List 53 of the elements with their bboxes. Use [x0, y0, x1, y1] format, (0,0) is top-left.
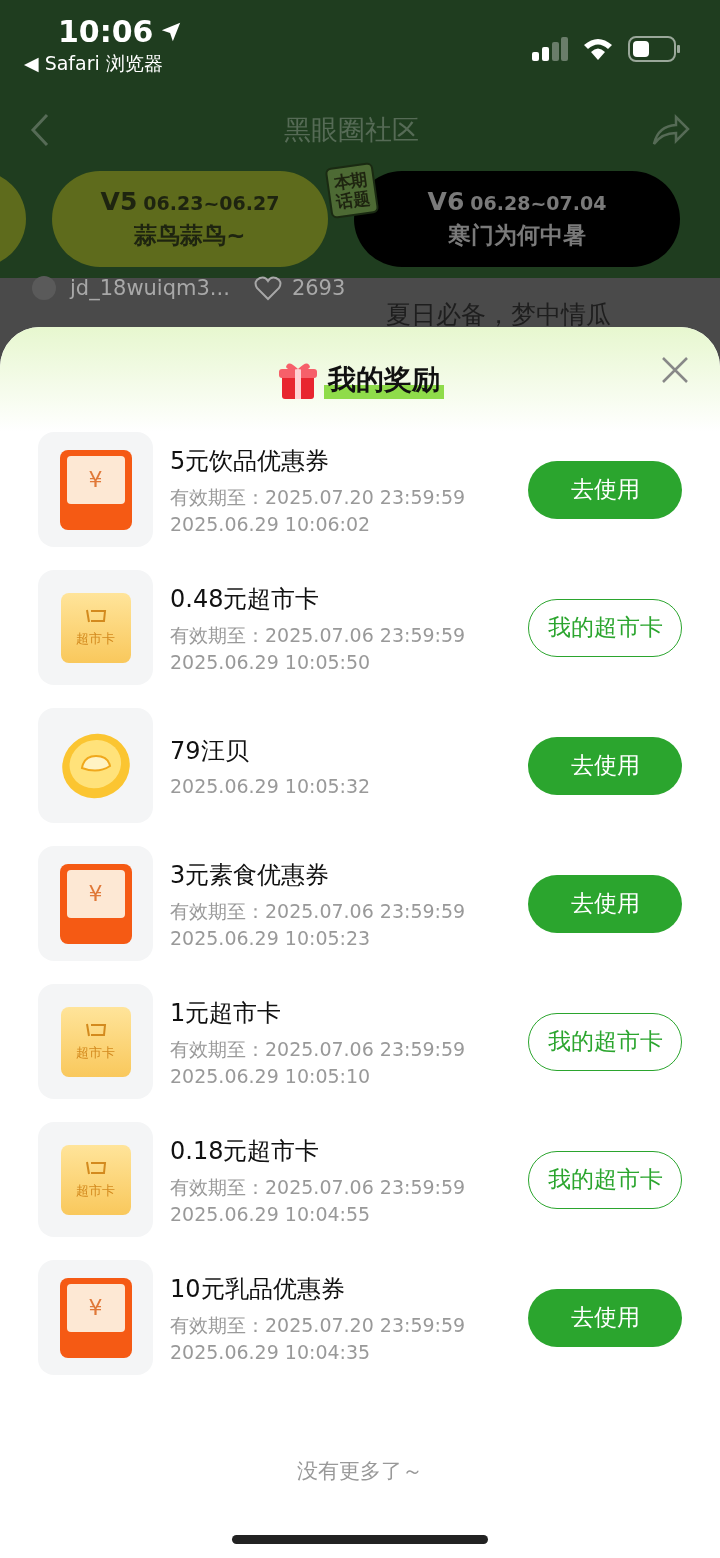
reward-time: 2025.06.29 10:05:10: [170, 1064, 372, 1087]
reward-time: 2025.06.29 10:05:32: [170, 774, 372, 797]
reward-title: 0.48元超市卡: [170, 583, 321, 615]
topic-dates: 06.23~06.27: [143, 192, 280, 214]
yen-sign: ¥: [88, 881, 103, 906]
reward-time: 2025.06.29 10:04:35: [170, 1340, 372, 1363]
no-more-text: 没有更多了～: [297, 1458, 423, 1485]
back-chevron-icon[interactable]: [30, 113, 50, 147]
reward-expiry: 有效期至：2025.07.06 23:59:59: [170, 1036, 467, 1062]
reward-title: 10元乳品优惠券: [170, 1273, 346, 1305]
close-button[interactable]: [660, 355, 690, 385]
reward-title: 5元饮品优惠券: [170, 445, 331, 477]
topic-version: V6: [427, 187, 465, 216]
back-to-app-link[interactable]: ◀ Safari 浏览器: [24, 51, 182, 77]
yen-sign: ¥: [88, 467, 103, 492]
use-button[interactable]: 去使用: [528, 460, 682, 519]
reward-expiry: 有效期至：2025.07.06 23:59:59: [170, 622, 467, 648]
supermarket-card-button[interactable]: 我的超市卡: [528, 598, 682, 657]
current-topic-tag: 本期话题: [324, 161, 380, 220]
reward-title: 0.18元超市卡: [170, 1135, 321, 1167]
signal-icon: [532, 37, 568, 61]
use-button[interactable]: 去使用: [528, 736, 682, 795]
card-label: 超市卡: [76, 1181, 115, 1200]
topic-name: 蒜鸟蒜鸟~: [134, 221, 246, 250]
reward-expiry: 有效期至：2025.07.06 23:59:59: [170, 898, 467, 924]
reward-expiry: 有效期至：2025.07.20 23:59:59: [170, 1312, 467, 1338]
use-button[interactable]: 去使用: [528, 874, 682, 933]
like-count: 2693: [291, 276, 346, 300]
topic-name: 寒门为何中暑: [448, 221, 586, 250]
reward-time: 2025.06.29 10:04:55: [170, 1202, 372, 1225]
reward-time: 2025.06.29 10:05:50: [170, 650, 372, 673]
wifi-icon: [582, 37, 614, 61]
post-author: jd_18wuiqm3...: [70, 276, 230, 300]
reward-title: 3元素食优惠券: [170, 859, 331, 891]
topic-version: V5: [100, 187, 138, 216]
use-button[interactable]: 去使用: [528, 1288, 682, 1347]
reward-time: 2025.06.29 10:05:23: [170, 926, 372, 949]
reward-time: 2025.06.29 10:06:02: [170, 512, 372, 535]
share-arrow-icon[interactable]: [652, 114, 690, 146]
reward-expiry: 有效期至：2025.07.06 23:59:59: [170, 1174, 467, 1200]
yen-sign: ¥: [88, 1295, 103, 1320]
supermarket-card-button[interactable]: 我的超市卡: [528, 1012, 682, 1071]
heart-icon: [253, 275, 282, 301]
reward-expiry: 有效期至：2025.07.20 23:59:59: [170, 484, 467, 510]
battery-icon: [628, 36, 680, 62]
reward-title: 1元超市卡: [170, 997, 283, 1029]
reward-title: 79汪贝: [170, 735, 250, 767]
topic-pill[interactable]: V5 06.23~06.27 蒜鸟蒜鸟~: [52, 171, 328, 267]
status-time: 10:06: [24, 14, 182, 49]
topic-dates: 06.28~07.04: [470, 192, 607, 214]
card-label: 超市卡: [76, 1043, 115, 1062]
card-label: 超市卡: [76, 629, 115, 648]
supermarket-card-button[interactable]: 我的超市卡: [528, 1150, 682, 1209]
